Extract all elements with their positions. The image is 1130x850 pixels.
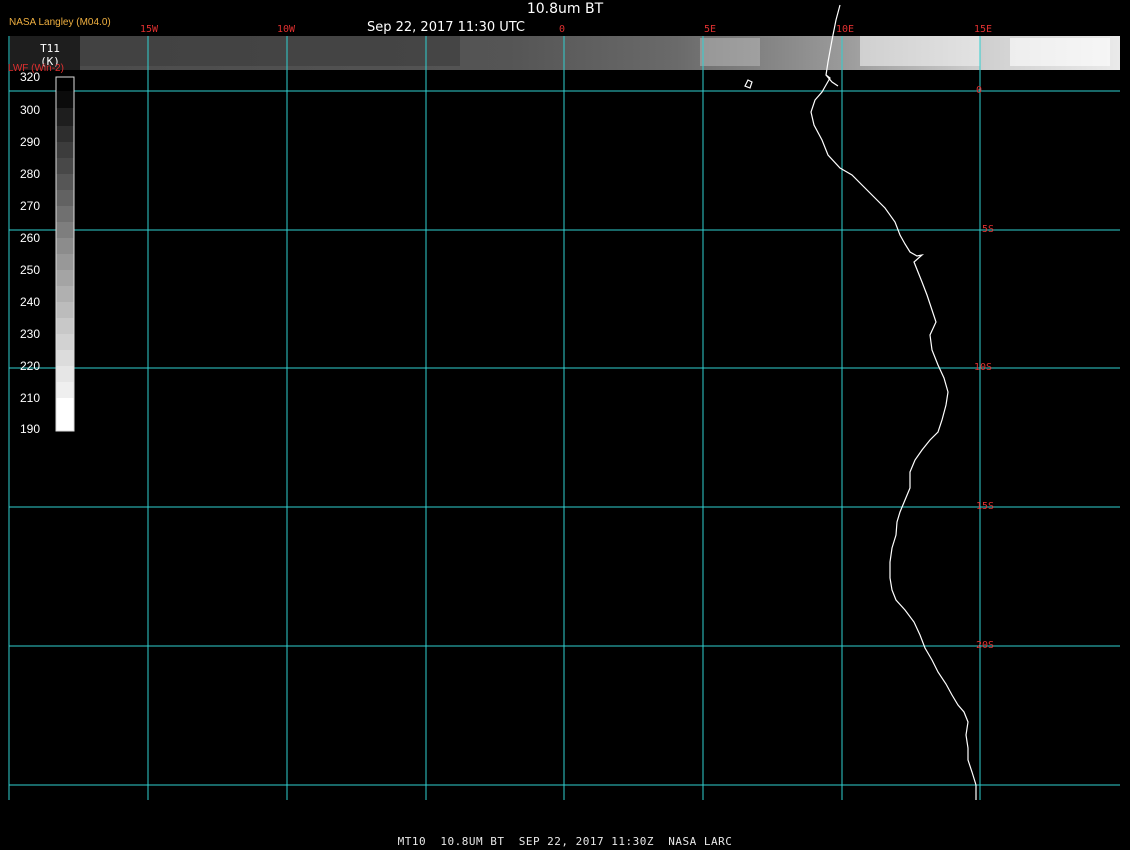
legend-variable: T11 <box>40 42 60 55</box>
organization-label: NASA Langley (M04.0) <box>9 17 111 28</box>
map-title: 10.8um BT <box>526 1 604 17</box>
legend-tick: 280 <box>19 167 41 181</box>
longitude-label: 5E <box>704 24 717 35</box>
latitude-label: 15S <box>976 501 995 512</box>
imagery-strip <box>10 36 1120 70</box>
graticule <box>8 36 1120 800</box>
longitude-label: 0 <box>559 24 566 35</box>
latitude-label: 10S <box>974 362 993 373</box>
latitude-label: 20S <box>976 640 995 651</box>
footer-caption: MT10 10.8UM BT SEP 22, 2017 11:30Z NASA … <box>397 835 733 848</box>
legend-tick: 290 <box>19 135 41 149</box>
legend-tick: 260 <box>19 231 41 245</box>
coastline <box>744 4 977 800</box>
longitude-label: 10W <box>277 24 296 35</box>
legend-tick: 220 <box>19 359 41 373</box>
latitude-label: 5S <box>982 224 995 235</box>
map-timestamp: Sep 22, 2017 11:30 UTC <box>366 20 526 35</box>
legend-tick: 270 <box>19 199 41 213</box>
longitude-label: 10E <box>836 24 855 35</box>
legend-tick: 240 <box>19 295 41 309</box>
legend-tick: 190 <box>19 422 41 436</box>
satellite-map <box>8 4 1120 800</box>
colorbar <box>55 76 75 432</box>
longitude-label: 15E <box>974 24 993 35</box>
legend-tick: 250 <box>19 263 41 277</box>
legend-tick: 210 <box>19 391 41 405</box>
legend-tick: 300 <box>19 103 41 117</box>
legend-tick: 230 <box>19 327 41 341</box>
latitude-label: 0 <box>976 85 983 96</box>
longitude-label: 15W <box>140 24 159 35</box>
legend-tick: 320 <box>19 70 41 84</box>
